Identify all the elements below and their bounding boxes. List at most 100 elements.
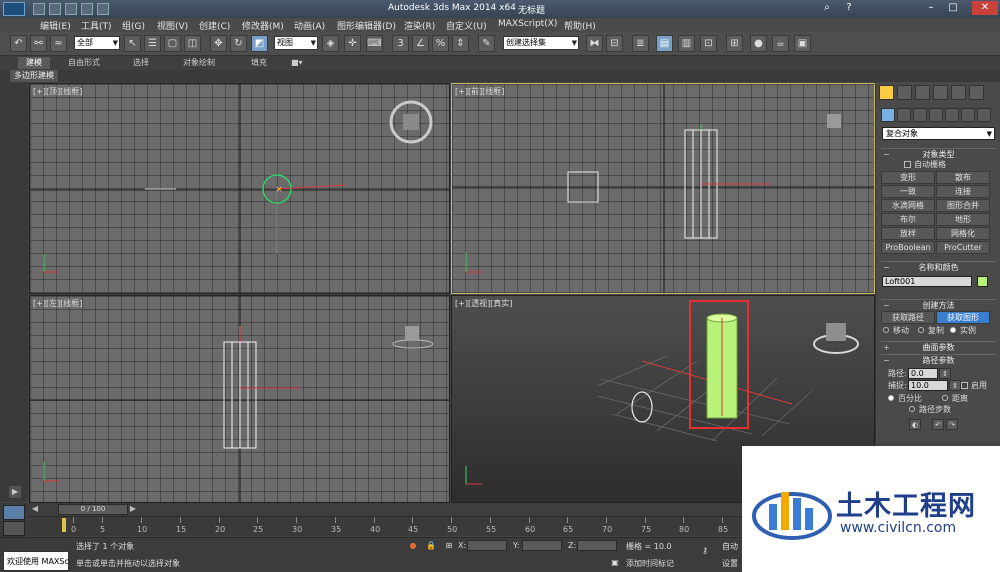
menu-tools[interactable]: 工具(T) xyxy=(81,19,112,32)
cameras-icon[interactable] xyxy=(929,108,943,122)
help-icon[interactable]: ? xyxy=(840,1,858,15)
save-file-icon[interactable] xyxy=(65,3,77,15)
redo-icon[interactable] xyxy=(97,3,109,15)
menu-rendering[interactable]: 渲染(R) xyxy=(404,19,435,32)
scatter-button[interactable]: 散布 xyxy=(936,171,990,184)
lights-icon[interactable] xyxy=(913,108,927,122)
helpers-icon[interactable] xyxy=(945,108,959,122)
rect-region-icon[interactable]: ▢ xyxy=(164,35,181,52)
time-tag-icon[interactable]: ▣ xyxy=(610,558,620,568)
menu-views[interactable]: 视图(V) xyxy=(157,19,188,32)
creation-method-rollout[interactable]: − 创建方法 xyxy=(881,299,996,310)
instance-radio[interactable] xyxy=(950,327,956,333)
viewport-layout-icon[interactable] xyxy=(3,505,25,520)
time-slider-thumb[interactable]: 0 / 100 xyxy=(58,504,128,515)
new-file-icon[interactable] xyxy=(33,3,45,15)
path-steps-radio[interactable] xyxy=(909,406,915,412)
menu-create[interactable]: 创建(C) xyxy=(199,19,230,32)
ribbon-tab-freeform[interactable]: 自由形式 xyxy=(60,57,108,69)
search-icon[interactable]: ⌕ xyxy=(818,1,836,15)
percent-snap-icon[interactable]: % xyxy=(432,35,449,52)
ribbon-options-icon[interactable]: ■▾ xyxy=(283,57,311,69)
edit-named-selection-icon[interactable]: ✎ xyxy=(478,35,495,52)
rotate-icon[interactable]: ↻ xyxy=(230,35,247,52)
next-shape-icon[interactable]: ↷ xyxy=(946,419,958,430)
path-value-field[interactable]: 0.0 xyxy=(908,368,938,379)
render-setup-icon[interactable]: ☕ xyxy=(772,35,789,52)
ribbon-tab-populate[interactable]: 填充 xyxy=(243,57,275,69)
motion-tab-icon[interactable] xyxy=(933,85,948,100)
select-object-icon[interactable]: ↖ xyxy=(124,35,141,52)
undo-icon[interactable] xyxy=(81,3,93,15)
window-crossing-icon[interactable]: ◫ xyxy=(184,35,201,52)
connect-button[interactable]: 连接 xyxy=(936,185,990,198)
prev-frame-arrow[interactable]: ◀ xyxy=(30,504,40,515)
pivot-center-icon[interactable]: ◈ xyxy=(322,35,339,52)
blobmesh-button[interactable]: 水滴网格 xyxy=(881,199,935,212)
menu-edit[interactable]: 编辑(E) xyxy=(40,19,71,32)
ribbon-tab-selection[interactable]: 选择 xyxy=(125,57,157,69)
y-coordinate-field[interactable] xyxy=(522,540,562,551)
object-category-select[interactable]: 复合对象 xyxy=(882,127,995,140)
distance-radio[interactable] xyxy=(942,395,948,401)
geometry-icon[interactable] xyxy=(881,108,895,122)
proboolean-button[interactable]: ProBoolean xyxy=(881,241,935,254)
percentage-radio[interactable] xyxy=(888,395,894,401)
align-icon[interactable]: ⊟ xyxy=(606,35,623,52)
mesher-button[interactable]: 网格化 xyxy=(936,227,990,240)
spacewarps-icon[interactable] xyxy=(961,108,975,122)
create-tab-icon[interactable] xyxy=(879,85,894,100)
menu-customize[interactable]: 自定义(U) xyxy=(446,19,487,32)
schematic-view-icon[interactable]: ⊞ xyxy=(726,35,743,52)
get-path-button[interactable]: 获取路径 xyxy=(881,311,935,324)
copy-radio[interactable] xyxy=(918,327,924,333)
bind-spacewarp-icon[interactable]: ≈ xyxy=(50,35,67,52)
object-color-swatch[interactable] xyxy=(977,276,988,287)
viewport-left[interactable]: [+][左][线框] xyxy=(29,295,450,503)
z-coordinate-field[interactable] xyxy=(577,540,617,551)
add-time-tag[interactable]: 添加时间标记 xyxy=(626,558,674,569)
snap-toggle-icon[interactable]: 3 xyxy=(392,35,409,52)
next-frame-arrow[interactable]: ▶ xyxy=(128,504,138,515)
move-icon[interactable]: ✥ xyxy=(210,35,227,52)
autogrid-checkbox[interactable] xyxy=(904,161,911,168)
selection-filter-select[interactable]: 全部 xyxy=(74,36,120,50)
shapemerge-button[interactable]: 图形合并 xyxy=(936,199,990,212)
reference-coord-select[interactable]: 视图 xyxy=(274,36,318,50)
get-shape-button[interactable]: 获取图形 xyxy=(936,311,990,324)
terrain-button[interactable]: 地形 xyxy=(936,213,990,226)
menu-modifiers[interactable]: 修改器(M) xyxy=(242,19,284,32)
conform-button[interactable]: 一致 xyxy=(881,185,935,198)
path-spinner[interactable]: ⇕ xyxy=(939,368,951,379)
name-color-rollout[interactable]: − 名称和颜色 xyxy=(881,261,996,272)
angle-snap-icon[interactable]: ∠ xyxy=(412,35,429,52)
shapes-icon[interactable] xyxy=(897,108,911,122)
object-type-rollout[interactable]: − 对象类型 xyxy=(881,148,996,159)
move-radio[interactable] xyxy=(883,327,889,333)
select-manipulate-icon[interactable]: ✛ xyxy=(344,35,361,52)
object-name-field[interactable]: Loft001 xyxy=(882,276,972,287)
procutter-button[interactable]: ProCutter xyxy=(936,241,990,254)
absolute-mode-icon[interactable]: ⊞ xyxy=(444,541,454,551)
polygon-modeling-label[interactable]: 多边形建模 xyxy=(10,70,58,82)
layer-manager-icon[interactable]: ▤ xyxy=(656,35,673,52)
modify-tab-icon[interactable] xyxy=(897,85,912,100)
previous-shape-icon[interactable]: ↶ xyxy=(932,419,944,430)
close-button[interactable]: ✕ xyxy=(972,1,998,15)
key-icon[interactable]: ⚷ xyxy=(700,546,710,556)
maxscript-listener-input[interactable]: 欢迎使用 MAXSc xyxy=(3,551,69,571)
minimize-button[interactable]: – xyxy=(922,1,940,15)
isolate-icon[interactable]: ● xyxy=(408,541,418,551)
scale-icon[interactable]: ◩ xyxy=(251,35,268,52)
menu-help[interactable]: 帮助(H) xyxy=(564,19,596,32)
viewport-front[interactable]: [+][前][线框] xyxy=(451,83,875,294)
menu-maxscript[interactable]: MAXScript(X) xyxy=(498,19,557,29)
boolean-button[interactable]: 布尔 xyxy=(881,213,935,226)
snap-spinner[interactable]: ⇕ xyxy=(949,380,961,391)
display-tab-icon[interactable] xyxy=(951,85,966,100)
mirror-icon[interactable]: ⧓ xyxy=(586,35,603,52)
render-frame-icon[interactable]: ▣ xyxy=(794,35,811,52)
select-by-name-icon[interactable]: ☰ xyxy=(144,35,161,52)
scene-explorer-icon[interactable]: ≣ xyxy=(632,35,649,52)
menu-graph-editors[interactable]: 图形编辑器(D) xyxy=(337,19,396,32)
